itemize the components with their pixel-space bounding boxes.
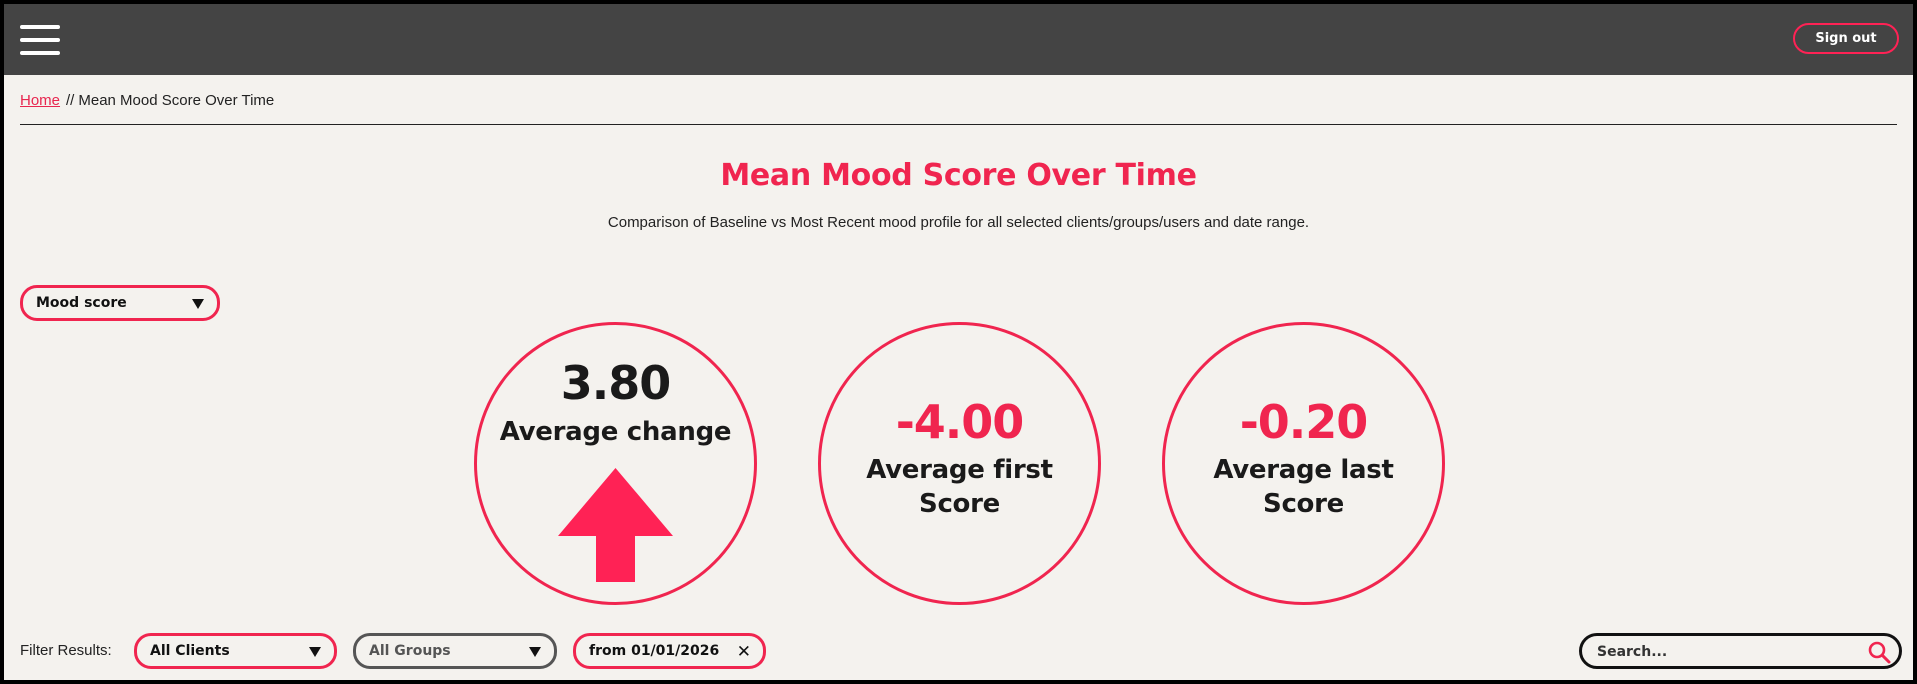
groups-filter-value: All Groups bbox=[369, 643, 451, 659]
date-filter-chip[interactable]: from 01/01/2026 ✕ bbox=[573, 633, 766, 669]
filter-results-label: Filter Results: bbox=[20, 642, 112, 659]
search-box[interactable] bbox=[1579, 633, 1902, 669]
clients-filter-value: All Clients bbox=[150, 643, 230, 659]
average-last-score-label: Average last Score bbox=[1213, 455, 1394, 519]
breadcrumb-home-link[interactable]: Home bbox=[20, 92, 60, 109]
hamburger-icon[interactable] bbox=[20, 23, 60, 57]
up-arrow-icon bbox=[558, 468, 673, 582]
date-filter-label: from 01/01/2026 bbox=[589, 643, 720, 659]
average-first-score-card: -4.00 Average first Score bbox=[818, 322, 1101, 605]
search-input[interactable] bbox=[1595, 640, 1859, 664]
average-change-value: 3.80 bbox=[560, 356, 672, 410]
sign-out-button[interactable]: Sign out bbox=[1793, 23, 1899, 54]
groups-filter-select[interactable]: All Groups bbox=[353, 633, 557, 669]
caret-down-icon bbox=[192, 299, 204, 309]
average-first-score-value: -4.00 bbox=[895, 395, 1025, 449]
page-title: Mean Mood Score Over Time bbox=[720, 158, 1197, 193]
page-subtitle: Comparison of Baseline vs Most Recent mo… bbox=[607, 214, 1310, 231]
search-icon[interactable] bbox=[1867, 640, 1891, 664]
average-last-score-card: -0.20 Average last Score bbox=[1162, 322, 1445, 605]
average-first-score-label: Average first Score bbox=[866, 455, 1053, 519]
caret-down-icon bbox=[309, 647, 321, 657]
top-bar: Sign out bbox=[4, 4, 1913, 75]
average-change-card: 3.80 Average change bbox=[474, 322, 757, 605]
app-frame: Sign out Home//Mean Mood Score Over Time… bbox=[4, 4, 1913, 680]
average-last-score-value: -0.20 bbox=[1239, 395, 1369, 449]
caret-down-icon bbox=[529, 647, 541, 657]
average-change-label: Average change bbox=[499, 417, 732, 447]
breadcrumb: Home //Mean Mood Score Over Time bbox=[20, 92, 274, 109]
close-icon[interactable]: ✕ bbox=[737, 642, 751, 662]
breadcrumb-separator: // bbox=[66, 92, 75, 109]
breadcrumb-current: Mean Mood Score Over Time bbox=[78, 92, 275, 109]
metric-select[interactable]: Mood score bbox=[20, 285, 220, 321]
clients-filter-select[interactable]: All Clients bbox=[134, 633, 337, 669]
breadcrumb-divider bbox=[20, 124, 1897, 125]
metric-select-value: Mood score bbox=[36, 295, 127, 311]
